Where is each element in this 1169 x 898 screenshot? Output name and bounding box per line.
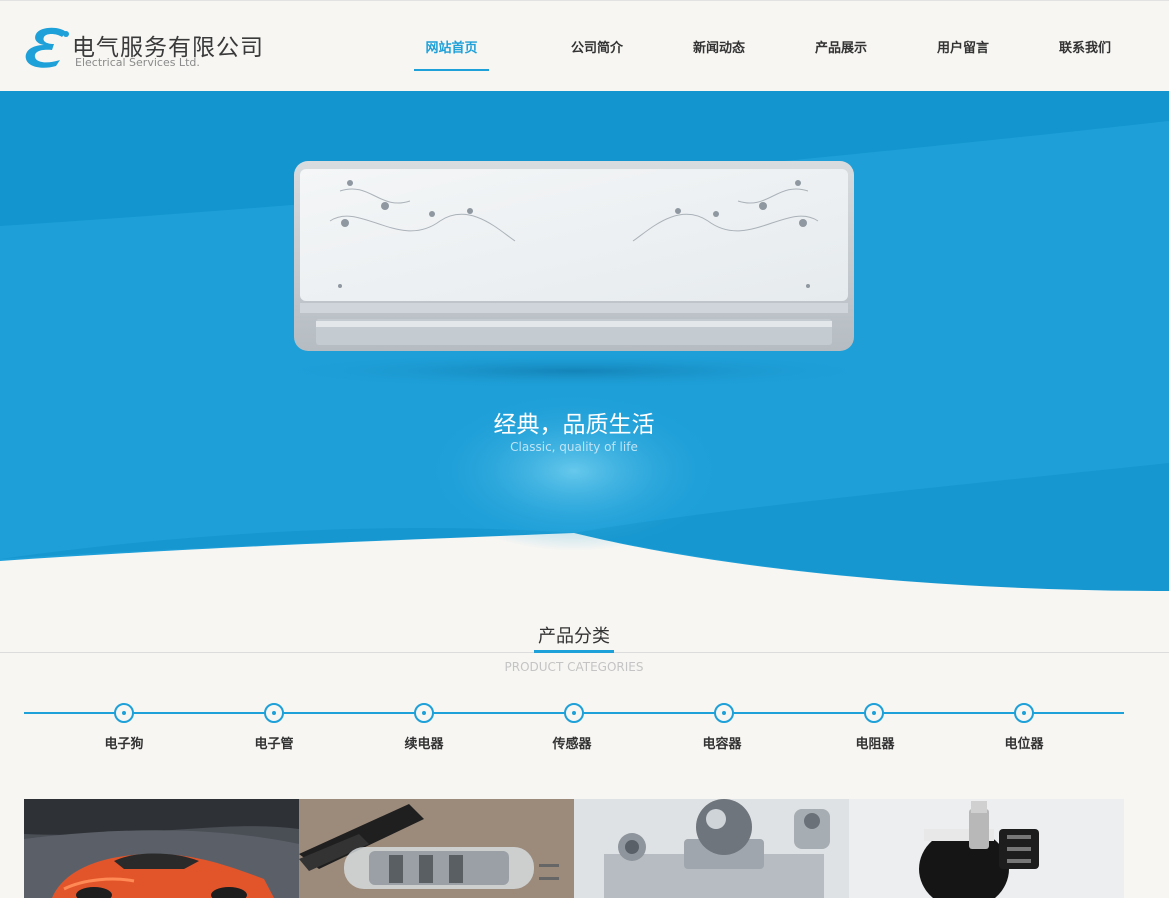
node-dot bbox=[872, 711, 876, 715]
category-node-icon[interactable] bbox=[1014, 703, 1034, 723]
site-header: 电气服务有限公司 Electrical Services Ltd. 网站首页 公… bbox=[0, 0, 1169, 91]
nav-item-label: 产品展示 bbox=[814, 41, 867, 56]
logo[interactable]: 电气服务有限公司 Electrical Services Ltd. bbox=[22, 26, 282, 72]
nav-item-label: 新闻动态 bbox=[692, 41, 745, 56]
main-nav: 网站首页 公司简介 新闻动态 产品展示 用户留言 联系我们 bbox=[414, 1, 1146, 92]
product-card-potentiometer[interactable] bbox=[849, 799, 1124, 898]
potentiometer-image bbox=[849, 799, 1124, 898]
category-item[interactable]: 电子狗 bbox=[74, 733, 174, 752]
category-node-icon[interactable] bbox=[264, 703, 284, 723]
banner-subtitle: Classic, quality of life bbox=[510, 440, 638, 454]
node-dot bbox=[1022, 711, 1026, 715]
air-conditioner-image bbox=[294, 161, 854, 351]
category-node-icon[interactable] bbox=[414, 703, 434, 723]
category-item[interactable]: 电阻器 bbox=[825, 733, 925, 752]
category-item[interactable]: 电位器 bbox=[974, 733, 1074, 752]
load-cell-sensor-image bbox=[574, 799, 849, 898]
node-dot bbox=[422, 711, 426, 715]
section-title: 产品分类 bbox=[538, 626, 610, 647]
category-node-icon[interactable] bbox=[864, 703, 884, 723]
category-item[interactable]: 传感器 bbox=[522, 733, 622, 752]
category-node-icon[interactable] bbox=[114, 703, 134, 723]
nav-item-products[interactable]: 产品展示 bbox=[780, 1, 902, 92]
nav-item-contact[interactable]: 联系我们 bbox=[1024, 1, 1146, 92]
nav-item-label: 网站首页 bbox=[425, 41, 478, 56]
section-title-underline bbox=[534, 650, 614, 653]
category-item[interactable]: 电子管 bbox=[224, 733, 324, 752]
nav-item-news[interactable]: 新闻动态 bbox=[658, 1, 780, 92]
nav-item-label: 联系我们 bbox=[1058, 41, 1111, 56]
product-card-car[interactable] bbox=[24, 799, 299, 898]
nav-item-about[interactable]: 公司简介 bbox=[536, 1, 658, 92]
nav-item-label: 用户留言 bbox=[936, 41, 989, 56]
e-letter-logo-icon bbox=[25, 27, 69, 68]
category-item[interactable]: 电容器 bbox=[672, 733, 772, 752]
nav-item-messages[interactable]: 用户留言 bbox=[902, 1, 1024, 92]
category-node-icon[interactable] bbox=[714, 703, 734, 723]
product-card-tube[interactable] bbox=[299, 799, 574, 898]
node-dot bbox=[722, 711, 726, 715]
nav-active-indicator bbox=[414, 69, 489, 71]
hero-banner[interactable]: 经典，品质生活 Classic, quality of life bbox=[0, 91, 1169, 591]
nav-item-home[interactable]: 网站首页 bbox=[414, 1, 489, 92]
red-sports-car-image bbox=[24, 799, 299, 898]
category-item[interactable]: 续电器 bbox=[374, 733, 474, 752]
category-node-icon[interactable] bbox=[564, 703, 584, 723]
vacuum-tube-image bbox=[299, 799, 574, 898]
node-dot bbox=[272, 711, 276, 715]
node-dot bbox=[122, 711, 126, 715]
nav-item-label: 公司简介 bbox=[570, 41, 623, 56]
logo-company-name-en: Electrical Services Ltd. bbox=[75, 56, 200, 69]
section-subtitle: PRODUCT CATEGORIES bbox=[504, 660, 644, 674]
product-card-sensor[interactable] bbox=[574, 799, 849, 898]
banner-title: 经典，品质生活 bbox=[493, 412, 655, 438]
node-dot bbox=[572, 711, 576, 715]
banner-background bbox=[0, 91, 1169, 591]
